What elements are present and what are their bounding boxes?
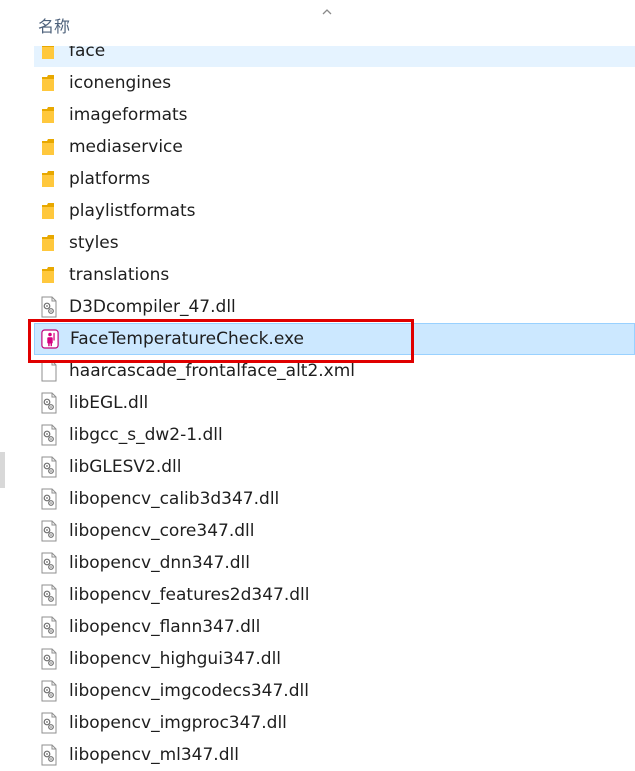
dll-file-icon [40, 552, 58, 574]
file-name-label: imageformats [69, 105, 188, 125]
dll-file-icon [40, 616, 58, 638]
file-name-label: mediaservice [69, 137, 183, 157]
dll-file-icon [40, 712, 58, 734]
file-row[interactable]: libopencv_imgproc347.dll [34, 707, 635, 739]
file-name-label: libgcc_s_dw2-1.dll [69, 425, 223, 445]
file-row[interactable]: libopencv_calib3d347.dll [34, 483, 635, 515]
file-name-label: libopencv_flann347.dll [69, 617, 261, 637]
file-name-label: libopencv_ml347.dll [69, 745, 239, 765]
file-row[interactable]: platforms [34, 163, 635, 195]
chevron-up-icon[interactable] [320, 5, 334, 19]
file-list: face iconengines imageformats mediaservice p… [0, 0, 635, 770]
file-name-label: libopencv_features2d347.dll [69, 585, 310, 605]
file-row[interactable]: libopencv_highgui347.dll [34, 643, 635, 675]
folder-icon [40, 136, 58, 158]
file-row[interactable]: playlistformats [34, 195, 635, 227]
file-row[interactable]: libopencv_core347.dll [34, 515, 635, 547]
file-name-label: D3Dcompiler_47.dll [69, 297, 236, 317]
file-row[interactable]: imageformats [34, 99, 635, 131]
folder-icon [40, 104, 58, 126]
file-name-label: libopencv_imgcodecs347.dll [69, 681, 309, 701]
folder-icon [40, 168, 58, 190]
file-name-label: playlistformats [69, 201, 196, 221]
folder-icon [40, 232, 58, 254]
file-name-label: haarcascade_frontalface_alt2.xml [69, 361, 356, 381]
file-row[interactable]: libEGL.dll [34, 387, 635, 419]
file-row[interactable]: libgcc_s_dw2-1.dll [34, 419, 635, 451]
dll-file-icon [40, 744, 58, 766]
dll-file-icon [40, 296, 58, 318]
dll-file-icon [40, 584, 58, 606]
dll-file-icon [40, 456, 58, 478]
file-name-label: libopencv_imgproc347.dll [69, 713, 287, 733]
file-row[interactable]: libopencv_flann347.dll [34, 611, 635, 643]
file-name-label: libopencv_dnn347.dll [69, 553, 250, 573]
dll-file-icon [40, 520, 58, 542]
column-header: 名称 [0, 0, 635, 46]
file-row[interactable]: libopencv_imgcodecs347.dll [34, 675, 635, 707]
file-name-label: libEGL.dll [69, 393, 149, 413]
dll-file-icon [40, 648, 58, 670]
scrollbar-thumb[interactable] [0, 452, 5, 488]
folder-icon [40, 72, 58, 94]
file-row[interactable]: styles [34, 227, 635, 259]
folder-icon [40, 264, 58, 286]
dll-file-icon [40, 488, 58, 510]
file-name-label: translations [69, 265, 170, 285]
name-column-header[interactable]: 名称 [38, 17, 70, 37]
file-name-label: libGLESV2.dll [69, 457, 182, 477]
file-row[interactable]: libopencv_features2d347.dll [34, 579, 635, 611]
file-row[interactable]: iconengines [34, 67, 635, 99]
red-highlight-annotation [28, 319, 414, 363]
dll-file-icon [40, 424, 58, 446]
file-row[interactable]: libopencv_dnn347.dll [34, 547, 635, 579]
file-name-label: libopencv_calib3d347.dll [69, 489, 280, 509]
file-name-label: platforms [69, 169, 151, 189]
file-row[interactable]: mediaservice [34, 131, 635, 163]
xml-file-icon [40, 360, 58, 382]
file-name-label: iconengines [69, 73, 172, 93]
file-name-label: libopencv_highgui347.dll [69, 649, 282, 669]
file-row[interactable]: libGLESV2.dll [34, 451, 635, 483]
dll-file-icon [40, 392, 58, 414]
file-row[interactable]: translations [34, 259, 635, 291]
dll-file-icon [40, 680, 58, 702]
file-name-label: libopencv_core347.dll [69, 521, 255, 541]
file-name-label: styles [69, 233, 119, 253]
folder-icon [40, 200, 58, 222]
file-row[interactable]: libopencv_ml347.dll [34, 739, 635, 771]
